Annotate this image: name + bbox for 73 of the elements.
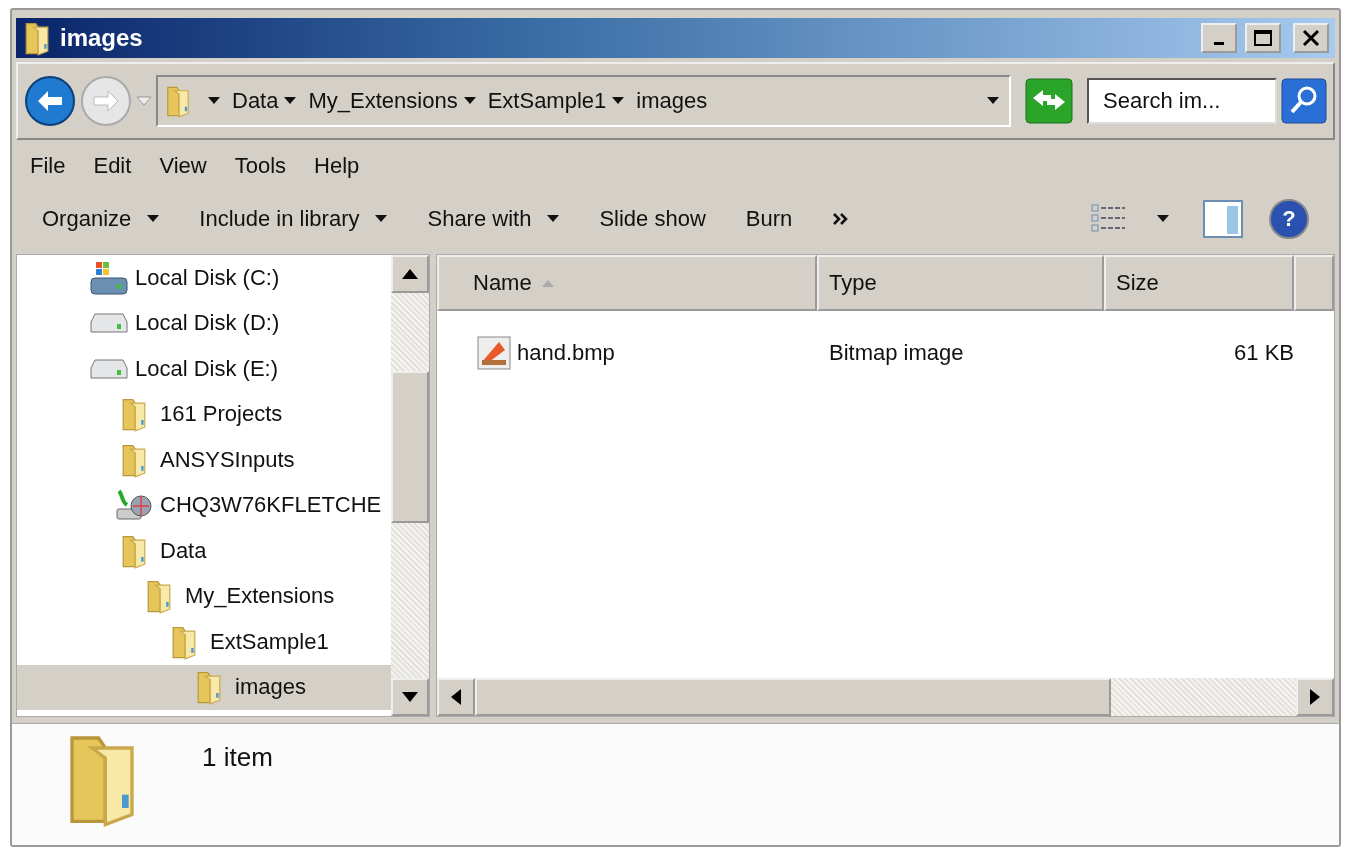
window-title: images xyxy=(60,24,144,52)
scrollbar-thumb[interactable] xyxy=(475,678,1111,716)
menu-item[interactable]: File xyxy=(30,153,66,179)
tree-item[interactable]: ANSYSInputs xyxy=(17,437,391,483)
file-type: Bitmap image xyxy=(829,340,964,365)
breadcrumb-item[interactable]: Data xyxy=(232,88,279,114)
maximize-icon xyxy=(1253,29,1273,47)
minimize-button[interactable] xyxy=(1201,23,1237,53)
file-size: 61 KB xyxy=(1234,340,1294,365)
maximize-button[interactable] xyxy=(1245,23,1281,53)
breadcrumb-arrow-icon[interactable] xyxy=(208,97,220,105)
tree-item[interactable]: CHQ3W76KFLETCHE xyxy=(17,482,391,528)
breadcrumb-arrow-icon[interactable] xyxy=(284,97,297,105)
menu-item[interactable]: Tools xyxy=(234,153,287,179)
scroll-down-button[interactable] xyxy=(391,678,429,716)
tree-item[interactable]: Data xyxy=(17,528,391,574)
item-count: 1 item xyxy=(202,742,273,773)
tree-item[interactable]: Local Disk (E:) xyxy=(17,346,391,392)
breadcrumb-arrow-icon[interactable] xyxy=(612,97,625,105)
tree-item[interactable]: Local Disk (D:) xyxy=(17,300,391,346)
back-button[interactable] xyxy=(24,75,76,127)
tree-item[interactable]: ExtSample1 xyxy=(17,619,391,665)
toolbar-button[interactable]: Slide show xyxy=(599,206,706,232)
column-header[interactable]: Type xyxy=(817,255,1104,311)
column-header[interactable]: Name xyxy=(437,255,817,311)
close-button[interactable] xyxy=(1293,23,1329,53)
left-arrow-icon xyxy=(451,689,461,705)
caret-icon[interactable] xyxy=(547,215,560,223)
tree-item[interactable]: 161 Projects xyxy=(17,391,391,437)
tree-item[interactable]: images xyxy=(17,664,391,710)
refresh-button[interactable] xyxy=(1025,78,1073,124)
dropdown-icon[interactable] xyxy=(987,97,999,105)
tree-item[interactable]: Local Disk (C:) xyxy=(17,255,391,301)
help-button[interactable]: ? xyxy=(1269,199,1309,239)
menu-item[interactable]: Help xyxy=(314,153,360,179)
breadcrumb-item[interactable]: images xyxy=(636,88,708,114)
menu-item[interactable]: View xyxy=(159,153,207,179)
column-header[interactable]: Size xyxy=(1104,255,1294,311)
drive-icon xyxy=(89,312,129,335)
search-field[interactable]: Search im... xyxy=(1087,78,1277,124)
caret-icon[interactable] xyxy=(375,215,388,223)
sort-ascending-icon xyxy=(541,279,554,287)
search-icon[interactable] xyxy=(1281,78,1327,124)
scroll-up-button[interactable] xyxy=(391,255,429,293)
minimize-icon xyxy=(1214,41,1224,45)
scrollbar-thumb[interactable] xyxy=(391,371,429,523)
file-name[interactable]: hand.bmp xyxy=(517,340,615,366)
tree-item[interactable]: My_Extensions xyxy=(17,573,391,619)
breadcrumb-item[interactable]: My_Extensions xyxy=(308,88,458,114)
toolbar-button[interactable]: Burn xyxy=(745,206,793,232)
toolbar-button[interactable]: Include in library xyxy=(199,206,388,232)
menu-item[interactable]: Edit xyxy=(93,153,132,179)
image-file-icon xyxy=(477,336,511,370)
breadcrumb-arrow-icon[interactable] xyxy=(463,97,476,105)
toolbar-button[interactable]: Organize xyxy=(42,206,160,232)
view-list-icon[interactable] xyxy=(1091,203,1127,235)
close-icon xyxy=(1302,29,1320,47)
view-dropdown-icon[interactable] xyxy=(1157,215,1169,223)
down-arrow-icon xyxy=(402,692,418,702)
header-filler xyxy=(1294,255,1334,311)
scroll-right-button[interactable] xyxy=(1296,678,1334,716)
up-arrow-icon xyxy=(402,269,418,279)
caret-icon[interactable] xyxy=(147,215,160,223)
right-arrow-icon xyxy=(1310,689,1320,705)
folder-icon xyxy=(164,84,192,118)
address-bar[interactable]: Data My_Extensions ExtSample1 images xyxy=(156,75,1011,127)
drive-icon xyxy=(89,259,129,296)
breadcrumb-item[interactable]: ExtSample1 xyxy=(487,88,607,114)
network-drive-icon xyxy=(115,489,153,522)
toolbar-button[interactable]: Share with xyxy=(427,206,560,232)
preview-pane-icon[interactable] xyxy=(1203,200,1243,238)
scroll-left-button[interactable] xyxy=(437,678,475,716)
drive-icon xyxy=(89,357,129,380)
